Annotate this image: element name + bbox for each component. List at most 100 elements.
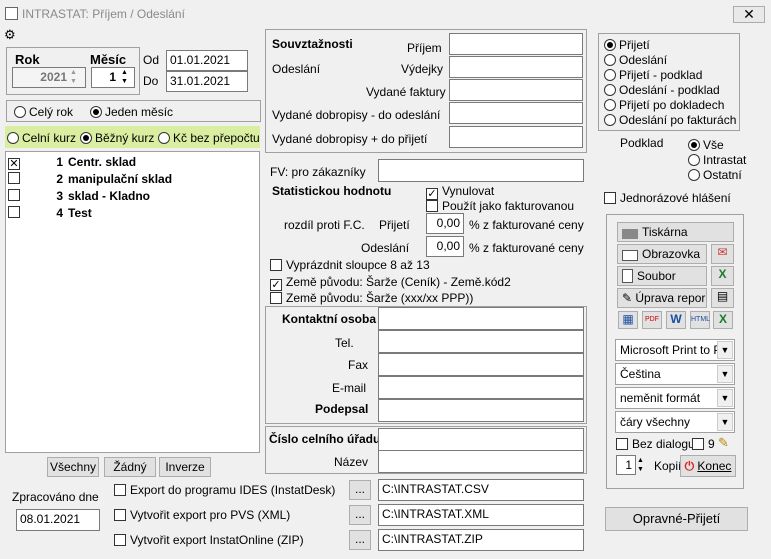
kurz-bez[interactable]: Kč bez přepočtu <box>158 131 260 145</box>
opravne-button[interactable]: Opravné-Přijetí <box>605 507 748 531</box>
select-all-button[interactable]: Všechny <box>47 457 99 477</box>
gear-icon[interactable]: ⚙ <box>4 27 16 43</box>
customs-name-input[interactable] <box>378 450 584 473</box>
invert-button[interactable]: Inverze <box>159 457 211 477</box>
tiskarna-button[interactable]: Tiskárna <box>617 222 734 242</box>
email-icon[interactable]: ✉ <box>711 244 734 264</box>
nine-checkbox[interactable]: 9 <box>692 437 715 451</box>
export-pvs-path[interactable]: C:\INTRASTAT.XML <box>378 504 584 526</box>
printer-select[interactable]: Microsoft Print to PD ▼ <box>615 339 735 361</box>
printer-icon <box>622 229 638 239</box>
excel-icon[interactable]: X <box>711 266 734 286</box>
kurz-celni[interactable]: Celní kurz <box>7 131 76 145</box>
zeme1-checkbox[interactable]: ✓ Země původu: Šarže (Ceník) - Země.kód2 <box>270 275 511 291</box>
pouzit-checkbox[interactable]: Použít jako fakturovanou <box>426 199 574 213</box>
radio-icon <box>688 169 700 181</box>
podklad-vse[interactable]: Vše <box>688 138 724 152</box>
browse-pvs-button[interactable]: ... <box>349 505 371 525</box>
mode-prijeti-podklad[interactable]: Přijetí - podklad <box>604 68 702 82</box>
podklad-ostatni[interactable]: Ostatní <box>688 168 742 182</box>
word-icon[interactable]: W <box>666 311 686 329</box>
kurz-bezny[interactable]: Běžný kurz <box>80 131 154 145</box>
od-input[interactable]: 01.01.2021 <box>166 50 248 71</box>
close-button[interactable]: ✕ <box>733 6 765 23</box>
warehouse-name: manipulační sklad <box>68 172 173 186</box>
mesic-input[interactable]: 1 <box>91 67 135 88</box>
html-icon[interactable]: HTML <box>690 311 710 329</box>
do-input[interactable]: 31.01.2021 <box>166 71 248 92</box>
fv-label: FV: pro zákazníky <box>270 165 366 179</box>
souvz-vydane-faktury-input[interactable] <box>449 79 583 101</box>
list-item[interactable] <box>8 171 24 185</box>
export-pvs-checkbox[interactable]: Vytvořit export pro PVS (XML) <box>114 508 290 522</box>
checkbox-icon <box>426 200 438 212</box>
settings-icon[interactable]: ✎ <box>718 435 729 451</box>
soubor-button[interactable]: Soubor <box>617 266 707 286</box>
prijeti-input[interactable]: 0,00 <box>426 213 464 234</box>
contact-person-input[interactable] <box>378 307 584 330</box>
mesic-spin-icon[interactable]: ▲ ▼ <box>121 68 128 86</box>
monitor-icon <box>622 250 638 261</box>
file-icon <box>622 269 633 283</box>
podklad-intrastat[interactable]: Intrastat <box>688 153 746 167</box>
radio-icon <box>688 154 700 166</box>
range-cely-rok[interactable]: Celý rok <box>14 105 73 119</box>
vynulovat-checkbox[interactable]: ✓ Vynulovat <box>426 184 494 200</box>
mode-odeslani[interactable]: Odeslání <box>604 53 667 67</box>
copies-input[interactable]: 1 <box>616 455 636 475</box>
checkbox-icon[interactable] <box>8 189 20 201</box>
mode-prijeti[interactable]: Přijetí <box>604 38 650 52</box>
vyprazdnit-checkbox[interactable]: Vyprázdnit sloupce 8 až 13 <box>270 258 430 272</box>
processed-input[interactable]: 08.01.2021 <box>16 509 100 531</box>
zeme2-checkbox[interactable]: Země původu: Šarže (xxx/xx PPP)) <box>270 291 473 305</box>
export-instat-path[interactable]: C:\INTRASTAT.ZIP <box>378 529 584 551</box>
podepsal-input[interactable] <box>378 399 584 422</box>
bez-dialogu-checkbox[interactable]: Bez dialogu <box>616 437 695 451</box>
jednorazove-checkbox[interactable]: Jednorázové hlášení <box>604 191 731 205</box>
wand-icon: ✎ <box>622 291 636 305</box>
ruler-icon[interactable]: ▤ <box>711 288 734 308</box>
export-ides-path[interactable]: C:\INTRASTAT.CSV <box>378 479 584 501</box>
copies-spin-icon[interactable]: ▲ ▼ <box>637 456 644 474</box>
language-select[interactable]: Čeština ▼ <box>615 363 735 385</box>
souvz-dobropisy-minus-input[interactable] <box>449 102 583 124</box>
checkbox-checked-icon[interactable]: ✕ <box>8 158 20 170</box>
list-item[interactable] <box>8 205 24 219</box>
rok-spin-icon[interactable]: ▲ ▼ <box>70 68 77 86</box>
browse-ides-button[interactable]: ... <box>349 480 371 500</box>
export-instat-checkbox[interactable]: Vytvořit export InstatOnline (ZIP) <box>114 533 304 547</box>
souvz-dobropisy-plus-input[interactable] <box>449 126 583 148</box>
tel-input[interactable] <box>378 330 584 353</box>
fax-input[interactable] <box>378 353 584 376</box>
format-select[interactable]: neměnit formát ▼ <box>615 387 735 409</box>
grid-icon[interactable]: ▦ <box>618 311 638 329</box>
checkbox-icon[interactable] <box>8 172 20 184</box>
souvz-prijem-input[interactable] <box>449 33 583 55</box>
list-item[interactable] <box>8 188 24 202</box>
checkbox-icon[interactable] <box>8 206 20 218</box>
obrazovka-button[interactable]: Obrazovka <box>617 244 707 264</box>
export-ides-checkbox[interactable]: Export do programu IDES (InstatDesk) <box>114 483 335 497</box>
souvz-dobropisy-plus-label: Vydané dobropisy + do přijetí <box>272 132 428 146</box>
lines-select[interactable]: čáry všechny ▼ <box>615 411 735 433</box>
range-jeden-mesic[interactable]: Jeden měsíc <box>90 105 173 119</box>
souvz-dobropisy-minus-label: Vydané dobropisy - do odeslání <box>272 108 441 122</box>
odeslani-input[interactable]: 0,00 <box>426 236 464 257</box>
chevron-down-icon: ▼ <box>717 389 733 407</box>
customs-number-input[interactable] <box>378 428 584 451</box>
email-input[interactable] <box>378 376 584 399</box>
konec-button[interactable]: ⏻ Konec <box>680 455 736 477</box>
fv-input[interactable] <box>378 159 584 182</box>
list-item[interactable]: ✕ <box>8 154 24 170</box>
souvz-vydejky-input[interactable] <box>449 56 583 78</box>
mode-prijeti-doklady[interactable]: Přijetí po dokladech <box>604 98 724 112</box>
mode-odeslani-podklad[interactable]: Odeslání - podklad <box>604 83 720 97</box>
warehouse-name: Test <box>68 206 92 220</box>
select-none-button[interactable]: Žádný <box>104 457 156 477</box>
uprava-button[interactable]: ✎ Úprava repor <box>617 288 707 308</box>
mode-odeslani-faktury[interactable]: Odeslání po fakturách <box>604 113 736 127</box>
excel-export-icon[interactable]: X <box>713 311 733 329</box>
prijeti-label: Přijetí <box>379 218 410 232</box>
pdf-icon[interactable]: PDF <box>642 311 662 329</box>
browse-instat-button[interactable]: ... <box>349 530 371 550</box>
